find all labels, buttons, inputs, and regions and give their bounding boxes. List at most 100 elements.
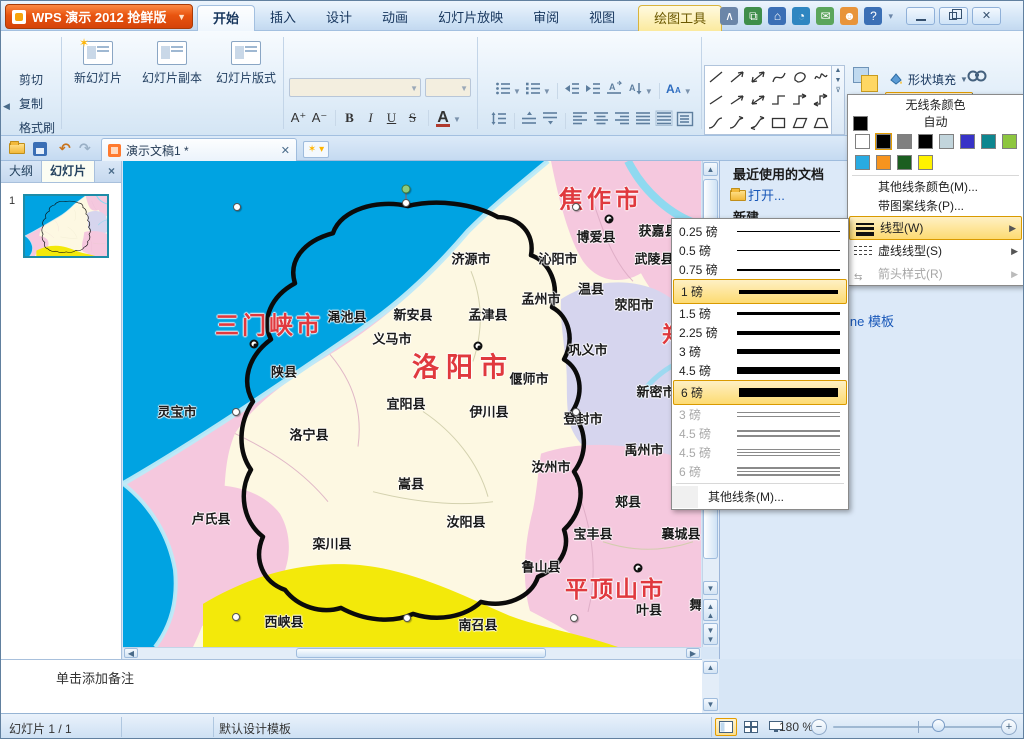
elbow-arrow-connector-icon[interactable] (789, 89, 810, 112)
selection-handle[interactable] (403, 614, 411, 622)
freeform-icon[interactable] (789, 66, 810, 89)
space-after-button[interactable] (540, 111, 560, 131)
curved-connector-icon[interactable] (705, 111, 726, 134)
font-color-button[interactable]: A (433, 109, 453, 128)
align-left-button[interactable] (570, 111, 590, 131)
selection-handle[interactable] (402, 199, 410, 207)
align-center-button[interactable] (591, 111, 611, 131)
switch-window-icon[interactable]: ⧉ (744, 7, 762, 25)
space-before-button[interactable] (519, 111, 539, 131)
double-arrow-connector-icon[interactable] (747, 89, 768, 112)
tab-outline[interactable]: 大纲 (1, 161, 41, 182)
tab-动画[interactable]: 动画 (367, 5, 423, 31)
font-size-combo[interactable]: ▼ (425, 78, 471, 97)
scroll-right-icon[interactable]: ▶ (686, 648, 700, 658)
slide-canvas[interactable]: 三门峡市焦作市洛阳市平顶山市郑州市济源市博爱县获嘉县沁阳市武陵县孟州市温县荥阳市… (123, 161, 701, 647)
more-icon[interactable]: ▾ (888, 11, 893, 22)
slide-thumbnail[interactable] (23, 194, 109, 258)
scribble-icon[interactable] (810, 66, 831, 89)
new-tab-button[interactable]: ✶ ▾ (303, 141, 329, 158)
color-swatch[interactable] (854, 154, 871, 171)
close-button[interactable]: ✕ (972, 7, 1001, 25)
character-scale-button[interactable]: AA▼ (664, 81, 693, 101)
account-icon[interactable]: ☻ (840, 7, 858, 25)
text-direction-button[interactable]: A (604, 81, 624, 101)
help-icon[interactable]: ? (864, 7, 882, 25)
button-幻灯片副本[interactable]: 幻灯片副本 (141, 39, 203, 86)
find-icon[interactable] (967, 69, 987, 89)
clipboard-剪切[interactable]: 剪切 (19, 71, 43, 88)
color-swatch[interactable] (1001, 133, 1018, 150)
clipboard-复制[interactable]: 复制 (19, 95, 43, 112)
menu-item-more-lines[interactable]: 其他线条(M)... (672, 486, 848, 508)
line-weight-0.75磅[interactable]: 0.75 磅 (672, 260, 848, 279)
line-weight-1磅[interactable]: 1 磅 (673, 279, 847, 304)
browser-icon[interactable]: ◔ (792, 7, 810, 25)
zoom-in-button[interactable]: + (1001, 719, 1017, 735)
button-新幻灯片[interactable]: ✶新幻灯片 (67, 39, 129, 86)
align-right-button[interactable] (612, 111, 632, 131)
line-icon[interactable] (705, 66, 726, 89)
open-icon[interactable] (9, 140, 25, 154)
decrease-indent-button[interactable] (562, 81, 582, 101)
document-tab[interactable]: 演示文稿1 * ✕ (101, 138, 297, 161)
mail-icon[interactable]: ✉ (816, 7, 834, 25)
color-swatch[interactable] (896, 133, 913, 150)
text-box-button[interactable] (675, 111, 695, 131)
scroll-down-icon[interactable]: ▼ (703, 581, 718, 595)
restore-button[interactable] (939, 7, 968, 25)
tab-绘图工具[interactable]: 绘图工具 (638, 5, 722, 31)
notes-pane[interactable]: 单击添加备注 (1, 659, 719, 713)
tab-插入[interactable]: 插入 (255, 5, 311, 31)
tab-视图[interactable]: 视图 (574, 5, 630, 31)
curve-icon[interactable] (768, 66, 789, 89)
line-weight-6磅[interactable]: 6 磅 (673, 380, 847, 405)
color-swatch[interactable] (854, 133, 871, 150)
menu-item-line-style[interactable]: 线型(W) ▶ (849, 216, 1022, 240)
line-spacing-button[interactable] (489, 111, 509, 131)
scroll-left-icon[interactable]: ◀ (124, 648, 138, 658)
font-B-button[interactable]: B (340, 109, 359, 128)
close-tab-icon[interactable]: ✕ (281, 144, 290, 157)
selection-handle[interactable] (233, 203, 241, 211)
undo-icon[interactable]: ↶ (59, 140, 71, 157)
color-swatch[interactable] (938, 133, 955, 150)
design-template-label[interactable]: 默认设计模板 (219, 720, 291, 737)
parallelogram-icon[interactable] (789, 111, 810, 134)
color-swatch[interactable] (875, 154, 892, 171)
selection-handle[interactable] (572, 408, 580, 416)
home-icon[interactable]: ⌂ (768, 7, 786, 25)
menu-item-dash-style[interactable]: 虚线线型(S) ▶ (848, 240, 1023, 263)
scroll-up-icon[interactable]: ▲ (703, 162, 718, 176)
color-swatch[interactable] (896, 154, 913, 171)
font-A⁺-button[interactable]: A⁺ (289, 109, 308, 128)
menu-item-no-line-color[interactable]: 无线条颜色 (848, 97, 1023, 114)
line-weight-0.25磅[interactable]: 0.25 磅 (672, 222, 848, 241)
color-swatch[interactable] (980, 133, 997, 150)
selection-handle[interactable] (570, 614, 578, 622)
gallery-scrollbar[interactable]: ▲▼⊽ (832, 65, 845, 135)
color-swatch[interactable] (875, 133, 892, 150)
justify-button[interactable] (633, 111, 653, 131)
redo-icon[interactable]: ↷ (79, 140, 91, 157)
tab-slides[interactable]: 幻灯片 (41, 161, 95, 182)
open-link[interactable]: 打开... (748, 185, 785, 204)
line-weight-1.5磅[interactable]: 1.5 磅 (672, 304, 848, 323)
app-menu-button[interactable]: WPS 演示 2012 抢鲜版 ▼ (5, 4, 193, 29)
increase-indent-button[interactable] (583, 81, 603, 101)
zoom-out-button[interactable]: − (811, 719, 827, 735)
bullets-button[interactable]: ▼ (493, 81, 522, 101)
collapse-group-icon[interactable]: ◀ (3, 101, 10, 112)
horizontal-scroll-thumb[interactable] (296, 648, 546, 658)
minimize-button[interactable] (906, 7, 935, 25)
font-I-button[interactable]: I (361, 109, 380, 128)
previous-slide-button[interactable]: ▲▲ (703, 599, 718, 621)
save-icon[interactable] (33, 140, 47, 156)
selection-handle[interactable] (572, 203, 580, 211)
font-S-button[interactable]: S (403, 109, 422, 128)
selection-handle[interactable] (232, 408, 240, 416)
straight-connector-icon[interactable] (705, 89, 726, 112)
line-double-arrow-icon[interactable] (747, 66, 768, 89)
color-swatch[interactable] (917, 154, 934, 171)
arrow-connector-icon[interactable] (726, 89, 747, 112)
